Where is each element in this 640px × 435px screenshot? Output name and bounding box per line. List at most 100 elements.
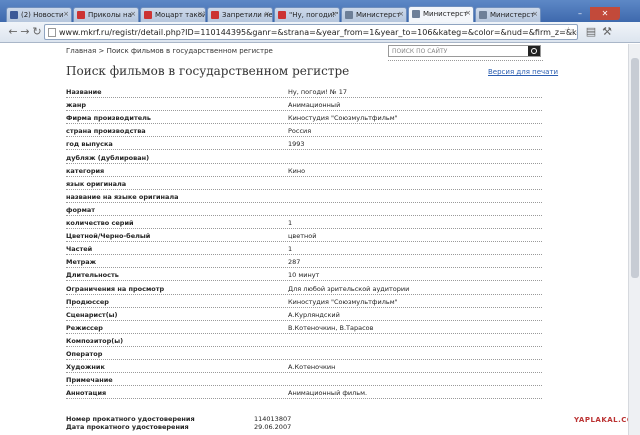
field-label: категория [66,166,105,175]
browser-tab[interactable]: Министерст × [408,6,474,22]
browser-tab[interactable]: Министерст × [475,7,541,22]
print-version-link[interactable]: Версия для печати [488,68,558,76]
browser-tab[interactable]: Министерст × [341,7,407,22]
address-bar[interactable]: www.mkrf.ru/registr/detail.php?ID=110144… [44,24,578,40]
browser-tab[interactable]: Запретили не × [207,7,273,22]
field-label: Метраж [66,258,97,267]
breadcrumb-current: Поиск фильмов в государственном регистре [106,47,273,55]
tab-close-icon[interactable]: × [465,9,471,17]
tab-favicon-icon [345,11,353,19]
reload-icon[interactable]: ↻ [30,25,44,39]
field-label: Продюссер [66,297,109,306]
vertical-scrollbar[interactable] [628,44,640,435]
certificate-label: Дата прокатного удостоверения [66,423,189,431]
table-row: Художник А.Котеночкин [66,360,542,374]
table-row: формат [66,203,542,216]
watermark-logo: YAPLAKAL.COM [574,416,628,424]
field-label: название на языке оригинала [66,192,179,201]
scrollbar-thumb[interactable] [631,58,639,278]
tab-label: (2) Новости [21,11,64,19]
field-label: формат [66,205,96,214]
tab-close-icon[interactable]: × [63,10,69,18]
field-label: Режиссер [66,323,103,332]
page-title: Поиск фильмов в государственном регистре [66,64,350,78]
browser-toolbar: ← → ↻ www.mkrf.ru/registr/detail.php?ID=… [0,22,640,43]
table-row: Примечание [66,373,542,387]
field-value: А.Курляндский [288,310,340,319]
certificate-line: Дата прокатного удостоверения 29.06.2007 [66,423,291,431]
field-label: Фирма производитель [66,114,151,123]
table-row: страна производства Россия [66,124,542,138]
breadcrumb-separator: > [96,47,107,55]
browser-tab[interactable]: (2) Новости × [6,7,72,22]
table-row: Ограничения на просмотр Для любой зритель… [66,282,542,295]
field-value: Для любой зрительской аудитории [288,284,410,293]
tab-favicon-icon [144,11,152,19]
field-value: А.Котеночкин [288,363,336,372]
field-value: 1 [288,245,293,254]
tab-favicon-icon [479,11,487,19]
certificate-label: Номер прокатного удостоверения [66,415,195,423]
field-label: Аннотация [66,389,107,398]
tab-close-icon[interactable]: × [197,10,203,18]
browser-tab[interactable]: Приколы на × [73,7,139,22]
tab-close-icon[interactable]: × [264,10,270,18]
field-label: количество серий [66,219,134,227]
tab-close-icon[interactable]: × [532,10,538,18]
field-label: Частей [66,245,93,254]
browser-tab-bar: (2) Новости × Приколы на × Моцарт такой × Запр… [0,0,640,22]
tab-label: Приколы на [88,11,132,19]
tab-label: Министерст [423,10,468,18]
table-row: категория Кино [66,164,542,177]
field-label: Оператор [66,350,103,358]
tab-close-icon[interactable]: × [398,10,404,18]
minimize-button[interactable]: – [570,7,590,20]
page-menu-icon[interactable]: ▤ [584,25,598,39]
field-value: 1993 [288,140,305,149]
field-value: Киностудия "Союзмультфильм" [288,114,398,123]
table-row: количество серий 1 [66,216,542,229]
close-window-button[interactable]: ✕ [590,7,620,20]
site-search-input[interactable]: ПОИСК ПО САЙТУ [388,45,541,57]
tab-favicon-icon [77,11,85,19]
table-row: Сценарист(ы) А.Курляндский [66,308,542,321]
field-label: Цветной/Черно-белый [66,232,151,241]
tab-favicon-icon [10,11,18,19]
table-row: жанр Анимационный [66,98,542,112]
table-row: Аннотация Анимационный фильм. [66,386,542,400]
tab-close-icon[interactable]: × [331,10,337,18]
wrench-icon[interactable]: ⚒ [600,25,614,39]
field-label: год выпуска [66,140,113,149]
browser-tab[interactable]: Моцарт такой × [140,7,206,22]
field-value: Кино [288,166,306,175]
field-label: Художник [66,363,105,372]
window-controls: – ✕ [570,1,620,20]
table-row: название на языке оригинала [66,190,542,203]
field-value: 287 [288,258,301,267]
table-row: Цветной/Черно-белый цветной [66,229,542,243]
search-placeholder: ПОИСК ПО САЙТУ [392,48,448,55]
tab-label: Министерст [490,11,535,19]
tab-favicon-icon [211,11,219,19]
certificate-value: 29.06.2007 [254,423,292,431]
breadcrumb-home-link[interactable]: Главная [66,47,96,55]
table-row: Продюссер Киностудия "Союзмультфильм" [66,295,542,308]
bookmark-star-icon[interactable]: ☆ [564,26,573,37]
table-row: Длительность 10 минут [66,268,542,282]
field-label: Сценарист(ы) [66,310,118,319]
tab-close-icon[interactable]: × [130,10,136,18]
field-value: В.Котеночкин, В.Тарасов [288,323,374,332]
browser-tab[interactable]: "Ну, погоди!" × [274,7,340,22]
header-divider [388,60,543,61]
breadcrumb: Главная > Поиск фильмов в государственно… [66,47,273,55]
certificate-line: Номер прокатного удостоверения 114013807 [66,415,291,423]
field-value: Анимационный [288,101,341,110]
field-value: Анимационный фильм. [288,389,368,398]
table-row: год выпуска 1993 [66,137,542,151]
table-row: Фирма производитель Киностудия "Союзмульт… [66,111,542,125]
page-icon [48,28,56,37]
field-label: Название [66,88,102,96]
field-label: Ограничения на просмотр [66,284,165,293]
search-icon[interactable] [528,46,540,56]
field-label: дубляж (дублирован) [66,153,150,162]
